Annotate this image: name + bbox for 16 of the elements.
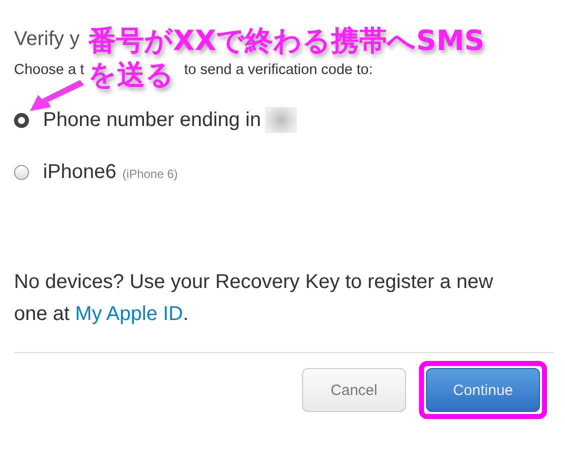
radio-button[interactable] (14, 112, 29, 128)
instruction-text: Choose a t (14, 62, 84, 78)
option-label[interactable]: iPhone6 (43, 160, 116, 184)
callout-text: を送る (88, 58, 174, 92)
device-model: (iPhone 6) (122, 167, 178, 181)
apple-id-link[interactable]: My Apple ID (75, 303, 183, 325)
instruction-text: to send a verification code to: (184, 62, 373, 78)
dialog-button[interactable]: Continue (426, 368, 540, 412)
dialog-button[interactable]: Cancel (302, 368, 406, 412)
redacted-digits (264, 107, 297, 133)
callout-arrow (30, 80, 84, 111)
recovery-note: No devices? Use your Recovery Key to register a new one at My Apple ID. (14, 270, 494, 327)
callout-text: 番号がXXで終わる携帯へSMS (88, 24, 484, 58)
option-label[interactable]: Phone number ending in (43, 108, 261, 132)
radio-button[interactable] (14, 164, 29, 180)
heading: Verify y (14, 28, 80, 52)
